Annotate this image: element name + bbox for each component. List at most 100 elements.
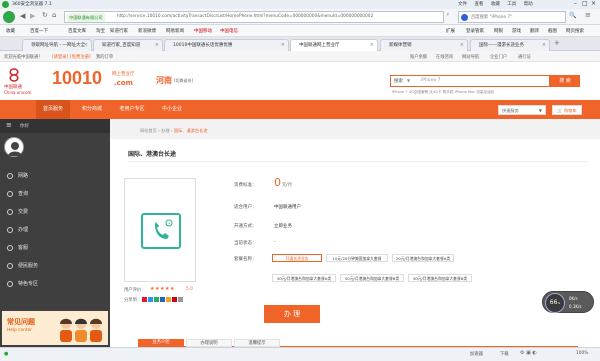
topbar-link[interactable]: 企业门户 [490,54,507,60]
fav-item[interactable]: 网易新闻 [166,28,184,34]
menu-file[interactable]: 文件 [458,2,467,7]
fav-item[interactable]: 百度一下 [30,28,48,34]
fav-right[interactable]: 网银 [494,28,503,34]
fav-item[interactable]: 百度文库 [68,28,86,34]
download-link[interactable]: 下载 [500,351,509,357]
sidebar-item-handle[interactable]: 办理 [0,221,110,239]
fav-item[interactable]: 中国电信 [220,28,238,34]
topbar-link[interactable]: 通行证 [518,54,531,60]
tab-close-icon[interactable]: × [84,42,88,48]
browser-tab[interactable]: 新媒体营销 × [380,39,468,51]
browser-menu-icon[interactable]: ≡ [585,11,591,19]
hot-words[interactable]: iPhone 7 4G全国套餐 沃4G卡 购手机 iPhone Mac 流量加油… [392,90,494,95]
avatar[interactable] [4,137,24,157]
home-icon[interactable]: ⌂ [52,11,56,19]
share-icons[interactable] [142,297,183,302]
search-engine-icon[interactable] [461,14,468,21]
topbar-link[interactable]: 在线咨询 [436,54,453,60]
new-tab-icon[interactable]: + [554,39,560,47]
breadcrumb-handle[interactable]: 办理 [161,128,169,133]
nav-item-old-users[interactable]: 老用户专区 [112,100,152,119]
refresh-icon[interactable]: ↻ [42,11,48,19]
fav-item[interactable]: 知道行家 [110,28,128,34]
site-search-input[interactable]: iPhone 7 [421,78,440,83]
fav-item[interactable]: 收藏 [6,28,15,34]
hamburger-icon[interactable]: ≡ [6,121,12,129]
topbar-link[interactable]: 账户余额 [410,54,427,60]
browser-tab[interactable]: 国际——漫游长途业务 × [470,39,550,51]
share-renren-icon[interactable] [160,297,165,302]
fav-right[interactable]: 扩展 [446,28,455,34]
package-option[interactable]: 10元/20分钟美国加拿大套餐 [326,254,388,262]
minimize-icon[interactable]: – [574,0,577,7]
sidebar-item-query[interactable]: 查询 [0,185,110,203]
package-option[interactable]: 30元/月港澳台和加拿大套餐B类 [408,274,472,282]
sidebar-item-convenience[interactable]: 便民服务 [0,257,110,275]
fav-right[interactable]: 网页搜索 [566,28,584,34]
tab-close-icon[interactable]: × [542,42,546,48]
accelerate-link[interactable]: 加速器 [470,351,483,357]
browser-tab-active[interactable]: 中国联通网上营业厅 × [290,39,378,51]
zoom-level[interactable]: 100% [576,351,588,356]
status-tools[interactable]: ⚙ ▣ ◐ [520,350,537,356]
back-icon[interactable]: ◀ [20,12,25,20]
share-more-icon[interactable] [178,297,183,302]
status-left-icon[interactable]: ● [4,351,8,357]
browser-search-button[interactable]: 🔍 [569,12,576,19]
sidebar-item-special[interactable]: 特色专区 [0,275,110,293]
share-kaixin-icon[interactable] [172,297,177,302]
browser-search-input[interactable]: 百度搜索 "iPhone 7" [458,11,566,23]
package-option[interactable]: 30元/月港澳台和加拿大套餐A类 [272,274,336,282]
package-option-selected[interactable]: 开通长途业务 [272,254,322,262]
maximize-icon[interactable]: □ [582,0,588,7]
url-dropdown-icon[interactable]: ⚡ [446,12,450,18]
fav-right[interactable]: 翻译 [530,28,539,34]
chevron-down-icon[interactable]: ▼ [407,78,410,83]
login-link[interactable]: [请登录] [52,54,68,60]
browser-tab[interactable]: 领取网址导航 - 一网址大全 × [22,39,92,51]
unicom-logo-icon[interactable] [6,68,22,82]
tab-close-icon[interactable]: × [281,42,285,48]
search-category-select[interactable]: 搜索 [394,78,403,84]
fav-item[interactable]: 淘宝 [96,28,105,34]
tab-close-icon[interactable]: × [460,42,464,48]
site-search-button[interactable]: 搜 索 [550,75,580,87]
menu-help[interactable]: 帮助 [524,2,533,7]
nav-item-points-mall[interactable]: 积分商城 [74,100,110,119]
sidebar-item-service[interactable]: 客服 [0,239,110,257]
share-weibo-icon[interactable] [142,297,147,302]
menu-favorites[interactable]: 收藏 [491,2,500,7]
package-option[interactable]: 20元/月港澳台和加拿大套餐A类 [392,254,454,262]
forward-icon[interactable]: ▶ [30,12,35,20]
close-icon[interactable]: × [591,0,596,7]
browser-home-logo-icon[interactable] [3,11,15,23]
fav-item[interactable]: 新浪微博 [138,28,156,34]
register-link[interactable]: [免费注册] [70,54,91,60]
tab-close-icon[interactable]: × [155,42,159,48]
share-douban-icon[interactable] [166,297,171,302]
fav-item[interactable]: 中国移动 [194,28,212,34]
brand-10010[interactable]: 10010 [52,68,102,89]
menu-view[interactable]: 查看 [474,2,483,7]
tab-tips[interactable]: 温馨提示 [234,339,280,347]
help-center-banner[interactable]: 常见问题 Help center [2,311,108,345]
url-field[interactable]: 中国联通有限公司 http://service.10010.com/activi… [64,11,444,23]
fav-right[interactable]: 截图 [548,28,557,34]
browser-tab[interactable]: 10010中国联通长话优惠优惠 × [164,39,289,51]
breadcrumb-home[interactable]: 网站首页 [140,128,157,133]
quick-service-select[interactable]: 快速服务 ▼ [498,105,546,115]
fav-right[interactable]: 登录管家 [466,28,484,34]
package-option[interactable]: 50元/月港澳台和加拿大套餐B类 [340,274,404,282]
tab-instructions[interactable]: 办理说明 [186,339,232,347]
menu-tools[interactable]: 工具 [507,2,516,7]
browser-tab[interactable]: 知道行家_百度知道 × [93,39,163,51]
speed-widget[interactable]: 66% 0K/s 0.1K/s [542,291,594,313]
nav-item-sme[interactable]: 中小企业 [154,100,190,119]
tab-intro[interactable]: 业务介绍 [138,339,184,347]
tab-close-icon[interactable]: × [370,42,374,48]
fav-right[interactable]: 游戏 [512,28,521,34]
submit-button[interactable]: 办 理 [264,305,320,323]
province-switch-link[interactable]: [切换省份] [174,78,193,84]
sidebar-item-network[interactable]: 网路 [0,167,110,185]
cart-button[interactable]: 🛒 购物车 [552,105,582,115]
